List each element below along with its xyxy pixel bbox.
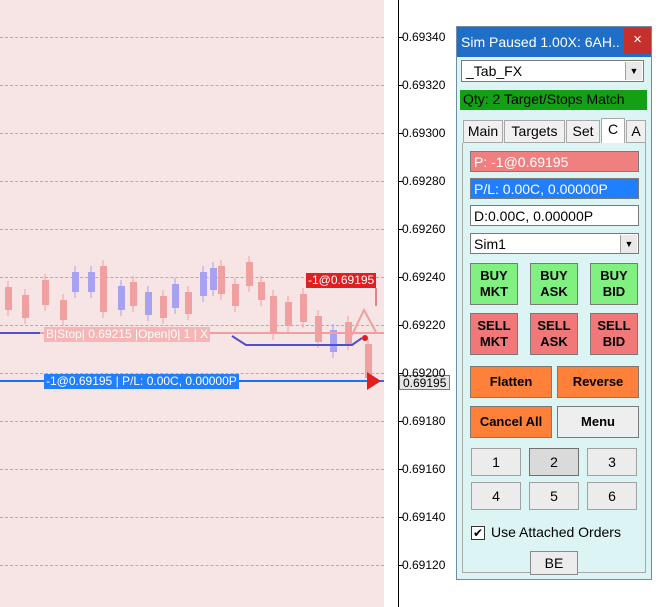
candle-body (200, 272, 207, 296)
fill-tag: -1@0.69195 (306, 273, 377, 288)
buy-ask-button[interactable]: BUY ASK (530, 263, 578, 305)
cancel-all-button[interactable]: Cancel All (470, 406, 552, 438)
candle-body (365, 344, 372, 378)
candle-body (130, 282, 137, 306)
sell-ask-button[interactable]: SELL ASK (530, 313, 578, 355)
stop-marker (351, 307, 377, 336)
qty-button-3[interactable]: 3 (587, 448, 637, 476)
account-select[interactable]: Sim1 ▼ (470, 233, 639, 254)
use-attached-orders-checkbox[interactable]: ✔ (471, 526, 485, 540)
sell-market-button[interactable]: SELL MKT (470, 313, 518, 355)
price-tick-label: 0.69220 (402, 318, 446, 332)
candle-body (185, 292, 192, 314)
position-info: P: -1@0.69195 (470, 151, 639, 172)
breakeven-button[interactable]: BE (530, 551, 578, 575)
tab-a[interactable]: A (626, 120, 646, 143)
candle-body (210, 268, 217, 290)
chevron-down-icon[interactable]: ▼ (625, 62, 642, 80)
close-icon: × (633, 31, 642, 48)
reverse-button[interactable]: Reverse (557, 366, 639, 398)
candle-body (270, 296, 277, 334)
position-tag[interactable]: -1@0.69195 | P/L: 0.00C, 0.00000P (44, 374, 239, 389)
price-tick-label: 0.69140 (402, 510, 446, 524)
stop-order-tag[interactable]: B|Stop| 0.69215 |Open|0| 1 | X (44, 327, 211, 342)
qty-status-banner: Qty: 2 Target/Stops Match (460, 90, 647, 110)
candle-body (285, 302, 292, 326)
price-tick-label: 0.69160 (402, 462, 446, 476)
candle-body (60, 300, 67, 320)
order-entry-panel: Sim Paused 1.00X: 6AH... × _Tab_FX ▼ Qty… (456, 26, 652, 580)
candle-body (72, 272, 79, 292)
template-select[interactable]: _Tab_FX ▼ (461, 60, 644, 82)
template-select-value: _Tab_FX (466, 63, 523, 79)
tab-c[interactable]: C (601, 118, 625, 144)
candle-body (218, 266, 225, 294)
price-tick-label: 0.69120 (402, 558, 446, 572)
candle-body (100, 266, 107, 312)
price-tick-label: 0.69200 (402, 366, 446, 380)
sell-arrow-icon (367, 372, 381, 390)
candle-body (88, 272, 95, 292)
candle-body (315, 316, 322, 342)
qty-button-6[interactable]: 6 (587, 482, 637, 510)
qty-button-2[interactable]: 2 (529, 448, 579, 476)
chart-area[interactable]: B|Stop| 0.69215 |Open|0| 1 | X -1@0.6919… (0, 0, 384, 607)
buy-bid-button[interactable]: BUY BID (590, 263, 638, 305)
price-tick-label: 0.69320 (402, 78, 446, 92)
trail-line (231, 335, 363, 346)
tab-targets[interactable]: Targets (504, 120, 565, 143)
flatten-button[interactable]: Flatten (470, 366, 552, 398)
fill-marker (362, 335, 368, 341)
tab-set[interactable]: Set (566, 120, 600, 143)
account-select-value: Sim1 (474, 236, 506, 252)
candle-body (160, 296, 167, 318)
price-tick-label: 0.69260 (402, 222, 446, 236)
candle-body (246, 262, 253, 286)
close-button[interactable]: × (624, 28, 651, 54)
candle-body (5, 287, 12, 310)
candle-body (42, 280, 49, 305)
pl-info: P/L: 0.00C, 0.00000P (470, 178, 639, 199)
qty-button-1[interactable]: 1 (471, 448, 521, 476)
price-tick-label: 0.69240 (402, 270, 446, 284)
chevron-down-icon[interactable]: ▼ (620, 235, 637, 253)
price-tick-label: 0.69280 (402, 174, 446, 188)
qty-button-5[interactable]: 5 (529, 482, 579, 510)
buy-market-button[interactable]: BUY MKT (470, 263, 518, 305)
candle-body (172, 284, 179, 308)
sell-bid-button[interactable]: SELL BID (590, 313, 638, 355)
candle-body (258, 282, 265, 300)
candle-body (118, 286, 125, 310)
chart-margin (384, 0, 398, 607)
use-attached-orders-label: Use Attached Orders (491, 524, 621, 540)
candle-body (22, 295, 29, 318)
menu-button[interactable]: Menu (557, 406, 639, 438)
tab-main[interactable]: Main (463, 120, 503, 143)
panel-title-bar[interactable]: Sim Paused 1.00X: 6AH... × (457, 27, 651, 57)
candle-body (300, 294, 307, 322)
price-tick-label: 0.69340 (402, 30, 446, 44)
price-tick-label: 0.69180 (402, 414, 446, 428)
daily-pl-info: D:0.00C, 0.00000P (470, 205, 639, 226)
price-chart[interactable] (0, 0, 384, 607)
candle-body (232, 284, 239, 306)
candle-body (145, 292, 152, 315)
price-tick-label: 0.69300 (402, 126, 446, 140)
qty-button-4[interactable]: 4 (471, 482, 521, 510)
panel-title: Sim Paused 1.00X: 6AH... (461, 34, 621, 50)
